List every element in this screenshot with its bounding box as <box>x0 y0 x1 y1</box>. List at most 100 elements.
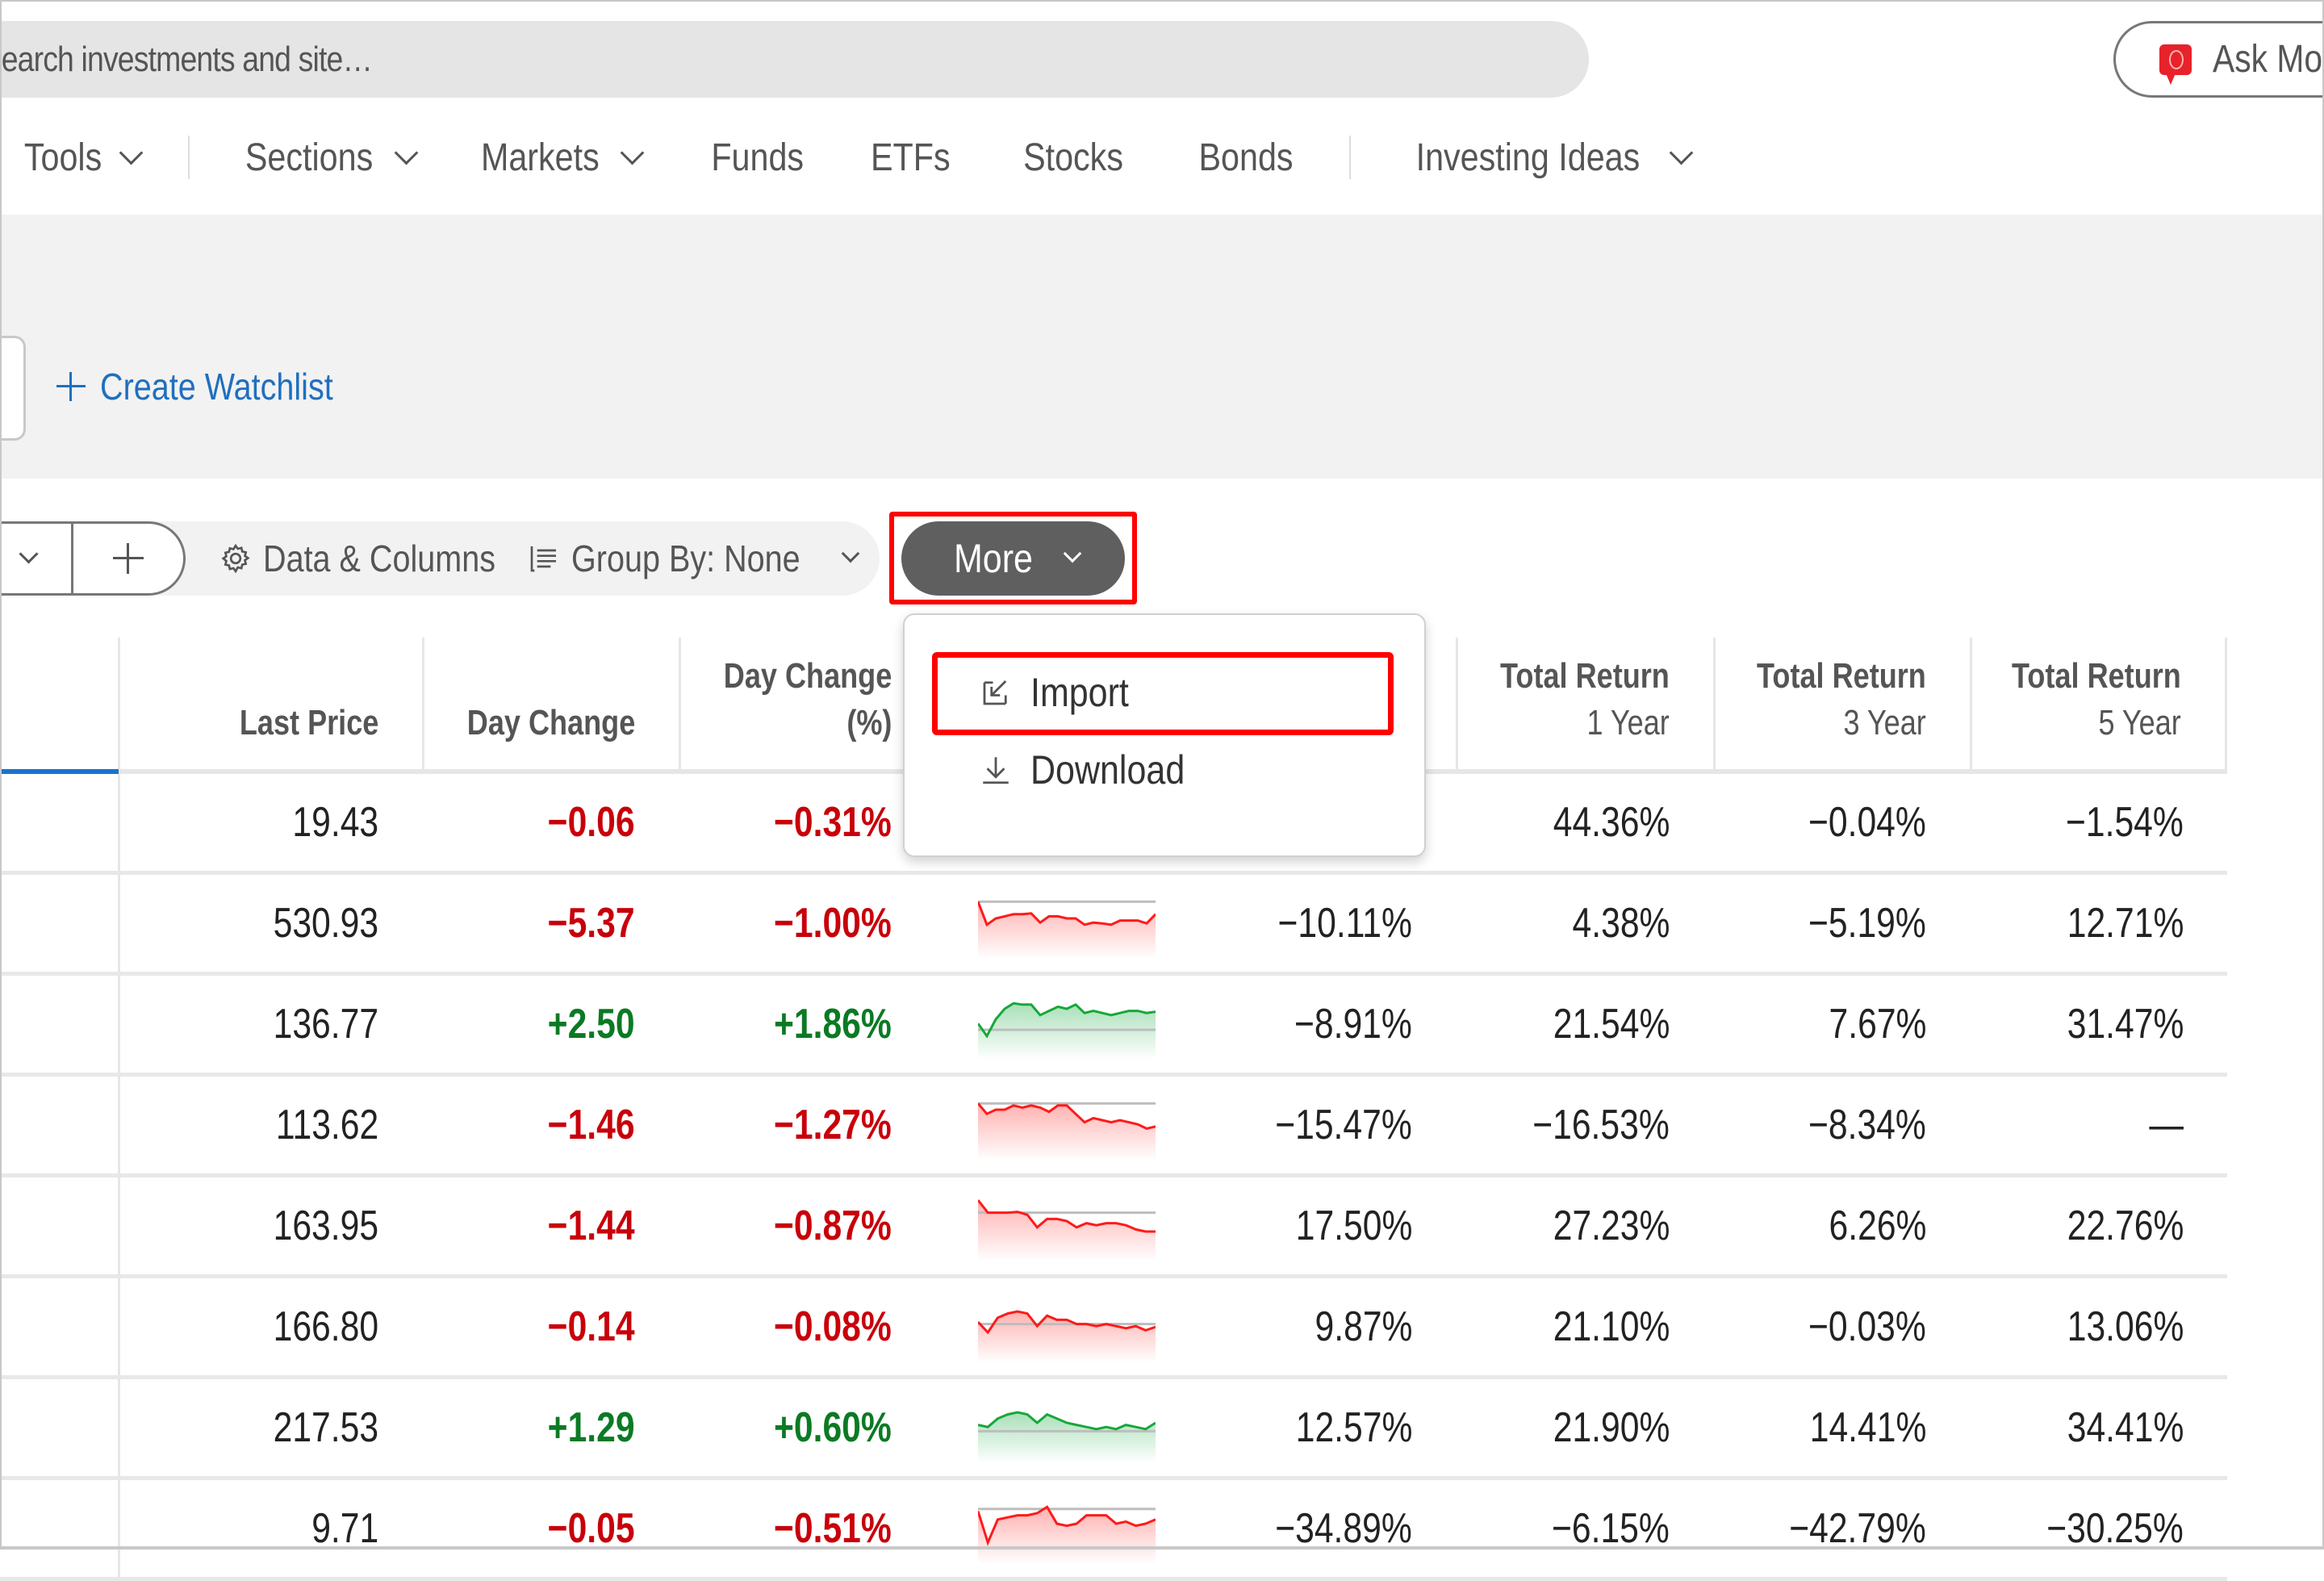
table-row[interactable]: 166.80 −0.14 −0.08% 9.87% 21.10% −0.03% 13.06% <box>0 1278 2227 1379</box>
cell-value: 9.71 <box>311 1505 378 1552</box>
cell-value: 12.71% <box>2067 900 2184 947</box>
chat-bubble-icon <box>2159 44 2192 85</box>
sparkline-chart <box>978 1411 1156 1463</box>
sparkline-chart <box>978 900 1156 959</box>
nav-item-tools[interactable]: Tools <box>18 136 144 180</box>
sparkline-area <box>978 901 1156 959</box>
cell-value: 21.90% <box>1553 1404 1670 1451</box>
cell-day-change-pct: −1.27% <box>679 1077 935 1173</box>
data-columns-button[interactable]: Data & Columns <box>219 521 533 596</box>
cell-value: −0.08% <box>774 1303 892 1350</box>
watchlist-card[interactable] <box>0 336 26 441</box>
nav-divider <box>188 136 190 179</box>
ask-button[interactable]: Ask Mo <box>2113 21 2324 98</box>
cell-day-change-pct: −0.87% <box>679 1177 935 1274</box>
header-total-return-3y[interactable]: Total Return 3 Year <box>1713 638 1970 769</box>
plus-icon <box>113 543 144 574</box>
cell-value: −5.19% <box>1808 900 1926 947</box>
table-row[interactable]: 530.93 −5.37 −1.00% −10.11% 4.38% −5.19% 12.71… <box>0 875 2227 976</box>
cell-last-price: 113.62 <box>118 1077 422 1173</box>
nav-label: Stocks <box>1023 136 1123 179</box>
header-title: Total Return <box>2012 656 2181 696</box>
cell-total-return-5y: −1.54% <box>1970 774 2227 871</box>
nav-item-investing-ideas[interactable]: Investing Ideas <box>1398 136 1694 180</box>
import-highlight-box <box>932 652 1394 735</box>
cell-return-hidden: −10.11% <box>1198 875 1456 972</box>
cell-value: 136.77 <box>273 1001 378 1048</box>
cell-value: −5.37 <box>548 900 635 947</box>
group-by-button[interactable]: Group By: None <box>528 521 860 596</box>
search-input[interactable] <box>0 38 1351 81</box>
cell-day-change: −5.37 <box>422 875 679 972</box>
cell-total-return-5y: −30.25% <box>1970 1480 2227 1577</box>
cell-last-price: 166.80 <box>118 1278 422 1375</box>
header-total-return-5y[interactable]: Total Return 5 Year <box>1970 638 2227 769</box>
cell-value: +2.50 <box>548 1001 635 1048</box>
cell-total-return-1y: 4.38% <box>1456 875 1713 972</box>
cell-value: 13.06% <box>2067 1303 2184 1350</box>
cell-value: 21.54% <box>1553 1001 1670 1048</box>
data-columns-label: Data & Columns <box>263 537 496 579</box>
cell-value: −6.15% <box>1552 1505 1670 1552</box>
cell-value: −0.03% <box>1808 1303 1926 1350</box>
header-day-change[interactable]: Day Change <box>422 638 679 769</box>
cell-total-return-3y: −0.03% <box>1713 1278 1970 1375</box>
main-nav: Tools Sections Markets Funds ETFs Stocks… <box>0 121 1694 194</box>
download-icon <box>983 757 1009 784</box>
cell-value: +0.60% <box>774 1404 892 1451</box>
header-last-price[interactable]: Last Price <box>118 638 422 769</box>
table-row[interactable]: 9.71 −0.05 −0.51% −34.89% −6.15% −42.79% −30.2… <box>0 1480 2227 1581</box>
cell-total-return-3y: 6.26% <box>1713 1177 1970 1274</box>
nav-item-markets[interactable]: Markets <box>471 136 645 180</box>
nav-item-stocks[interactable]: Stocks <box>1015 136 1131 180</box>
table-row[interactable]: 163.95 −1.44 −0.87% 17.50% 27.23% 6.26% 22.76% <box>0 1177 2227 1278</box>
add-view-button[interactable] <box>73 524 183 593</box>
plus-icon <box>56 372 86 401</box>
header-subtitle: 3 Year <box>1843 703 1926 742</box>
sparkline-chart <box>978 1310 1156 1362</box>
search-bar[interactable] <box>0 21 1589 98</box>
nav-item-funds[interactable]: Funds <box>704 136 811 180</box>
view-segmented-control <box>0 521 186 596</box>
cell-value: −1.46 <box>548 1102 635 1148</box>
chevron-down-icon <box>841 544 860 563</box>
cell-last-price: 19.43 <box>118 774 422 871</box>
chevron-down-icon <box>620 140 645 165</box>
table-row[interactable]: 113.62 −1.46 −1.27% −15.47% −16.53% −8.34% — <box>0 1077 2227 1177</box>
sparkline-chart <box>978 1102 1156 1161</box>
nav-label: Sections <box>245 136 374 179</box>
menu-item-download[interactable]: Download <box>979 738 1210 802</box>
cell-value: 166.80 <box>273 1303 378 1350</box>
table-row[interactable]: 217.53 +1.29 +0.60% 12.57% 21.90% 14.41% 34.41… <box>0 1379 2227 1480</box>
create-watchlist-button[interactable]: Create Watchlist <box>56 360 371 413</box>
cell-value: 27.23% <box>1553 1202 1670 1249</box>
cell-value: 14.41% <box>1809 1404 1926 1451</box>
cell-return-hidden: −34.89% <box>1198 1480 1456 1577</box>
more-dropdown-menu: Import Download <box>903 613 1426 857</box>
cell-value: 17.50% <box>1295 1202 1412 1249</box>
cell-total-return-5y: — <box>1970 1077 2227 1173</box>
cell-total-return-3y: −5.19% <box>1713 875 1970 972</box>
header-title: Last Price <box>239 703 378 742</box>
nav-item-sections[interactable]: Sections <box>235 136 419 180</box>
view-dropdown-button[interactable] <box>0 524 73 593</box>
nav-item-etfs[interactable]: ETFs <box>864 136 957 180</box>
header-total-return-1y[interactable]: Total Return 1 Year <box>1456 638 1713 769</box>
nav-item-bonds[interactable]: Bonds <box>1191 136 1301 180</box>
cell-value: −15.47% <box>1275 1102 1412 1148</box>
cell-value: 530.93 <box>273 900 378 947</box>
cell-return-hidden: 17.50% <box>1198 1177 1456 1274</box>
nav-label: Tools <box>23 136 102 179</box>
cell-total-return-1y: 27.23% <box>1456 1177 1713 1274</box>
create-watchlist-label: Create Watchlist <box>100 366 333 408</box>
cell-value: 34.41% <box>2067 1404 2184 1451</box>
nav-label: Funds <box>711 136 804 179</box>
cell-total-return-3y: 14.41% <box>1713 1379 1970 1476</box>
cell-day-change-pct: +1.86% <box>679 976 935 1073</box>
table-row[interactable]: 136.77 +2.50 +1.86% −8.91% 21.54% 7.67% 31.47% <box>0 976 2227 1077</box>
header-day-change-pct[interactable]: Day Change (%) <box>679 638 935 769</box>
cell-total-return-1y: 21.90% <box>1456 1379 1713 1476</box>
header-title: Total Return <box>1500 656 1670 696</box>
cell-value: −1.44 <box>548 1202 635 1249</box>
header-subtitle: (%) <box>846 703 892 742</box>
